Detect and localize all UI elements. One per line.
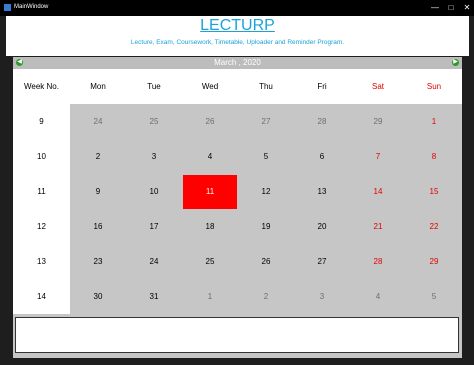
day-cell[interactable]: 22 <box>406 209 462 244</box>
day-cell[interactable]: 13 <box>294 174 350 209</box>
day-cell[interactable]: 2 <box>70 139 126 174</box>
day-cell[interactable]: 29 <box>350 104 406 139</box>
day-cell[interactable]: 26 <box>182 104 238 139</box>
day-cell[interactable]: 9 <box>70 174 126 209</box>
day-cell[interactable]: 28 <box>350 244 406 279</box>
day-cell[interactable]: 6 <box>294 139 350 174</box>
window-titlebar: MainWindow — □ ✕ <box>0 0 474 16</box>
day-cell[interactable]: 11 <box>182 174 238 209</box>
month-year-label: March , 2020 <box>214 58 261 67</box>
day-cell[interactable]: 24 <box>126 244 182 279</box>
weekday-header: Wed <box>182 69 238 104</box>
weekday-header: Thu <box>238 69 294 104</box>
bottom-panel <box>13 314 462 358</box>
day-cell[interactable]: 3 <box>294 279 350 314</box>
day-cell[interactable]: 23 <box>70 244 126 279</box>
week-number: 10 <box>13 139 70 174</box>
day-cell[interactable]: 1 <box>406 104 462 139</box>
day-cell[interactable]: 20 <box>294 209 350 244</box>
close-button[interactable]: ✕ <box>460 2 474 13</box>
week-number: 13 <box>13 244 70 279</box>
selected-day[interactable]: 11 <box>183 174 237 209</box>
day-cell[interactable]: 12 <box>238 174 294 209</box>
day-cell[interactable]: 10 <box>126 174 182 209</box>
app-subtitle: Lecture, Exam, Coursework, Timetable, Up… <box>130 39 345 46</box>
day-cell[interactable]: 29 <box>406 244 462 279</box>
weekday-header: Sun <box>406 69 462 104</box>
next-month-button[interactable]: ▶ <box>452 59 459 66</box>
app-icon <box>4 4 11 11</box>
app-header: LECTURP Lecture, Exam, Coursework, Timet… <box>6 16 469 56</box>
day-cell[interactable]: 5 <box>238 139 294 174</box>
week-number: 14 <box>13 279 70 314</box>
app-title[interactable]: LECTURP <box>6 17 469 35</box>
week-number: 12 <box>13 209 70 244</box>
day-cell[interactable]: 14 <box>350 174 406 209</box>
window-title: MainWindow <box>14 4 49 10</box>
weekday-header: Sat <box>350 69 406 104</box>
calendar-grid: Week No. Mon Tue Wed Thu Fri Sat Sun 9 24 25 26 27 28… <box>13 69 462 314</box>
day-cell[interactable]: 4 <box>350 279 406 314</box>
day-cell[interactable]: 4 <box>182 139 238 174</box>
left-margin <box>0 57 13 365</box>
day-cell[interactable]: 5 <box>406 279 462 314</box>
day-cell[interactable]: 31 <box>126 279 182 314</box>
day-cell[interactable]: 24 <box>70 104 126 139</box>
day-cell[interactable]: 16 <box>70 209 126 244</box>
day-cell[interactable]: 27 <box>238 104 294 139</box>
week-number: 11 <box>13 174 70 209</box>
weekday-header: Fri <box>294 69 350 104</box>
week-number-header: Week No. <box>13 69 70 104</box>
day-cell[interactable]: 25 <box>126 104 182 139</box>
calendar-navigation: ◀ March , 2020 ▶ <box>13 57 462 69</box>
day-cell[interactable]: 27 <box>294 244 350 279</box>
day-cell[interactable]: 25 <box>182 244 238 279</box>
week-number: 9 <box>13 104 70 139</box>
day-cell[interactable]: 30 <box>70 279 126 314</box>
day-cell[interactable]: 18 <box>182 209 238 244</box>
maximize-button[interactable]: □ <box>444 2 458 13</box>
day-cell[interactable]: 1 <box>182 279 238 314</box>
day-cell[interactable]: 8 <box>406 139 462 174</box>
right-margin <box>462 57 474 365</box>
minimize-button[interactable]: — <box>428 2 442 13</box>
day-cell[interactable]: 19 <box>238 209 294 244</box>
day-cell[interactable]: 3 <box>126 139 182 174</box>
weekday-header: Tue <box>126 69 182 104</box>
day-cell[interactable]: 2 <box>238 279 294 314</box>
day-cell[interactable]: 26 <box>238 244 294 279</box>
day-cell[interactable]: 17 <box>126 209 182 244</box>
day-cell[interactable]: 28 <box>294 104 350 139</box>
day-cell[interactable]: 7 <box>350 139 406 174</box>
weekday-header: Mon <box>70 69 126 104</box>
day-cell[interactable]: 15 <box>406 174 462 209</box>
notes-box[interactable] <box>15 317 459 353</box>
day-cell[interactable]: 21 <box>350 209 406 244</box>
